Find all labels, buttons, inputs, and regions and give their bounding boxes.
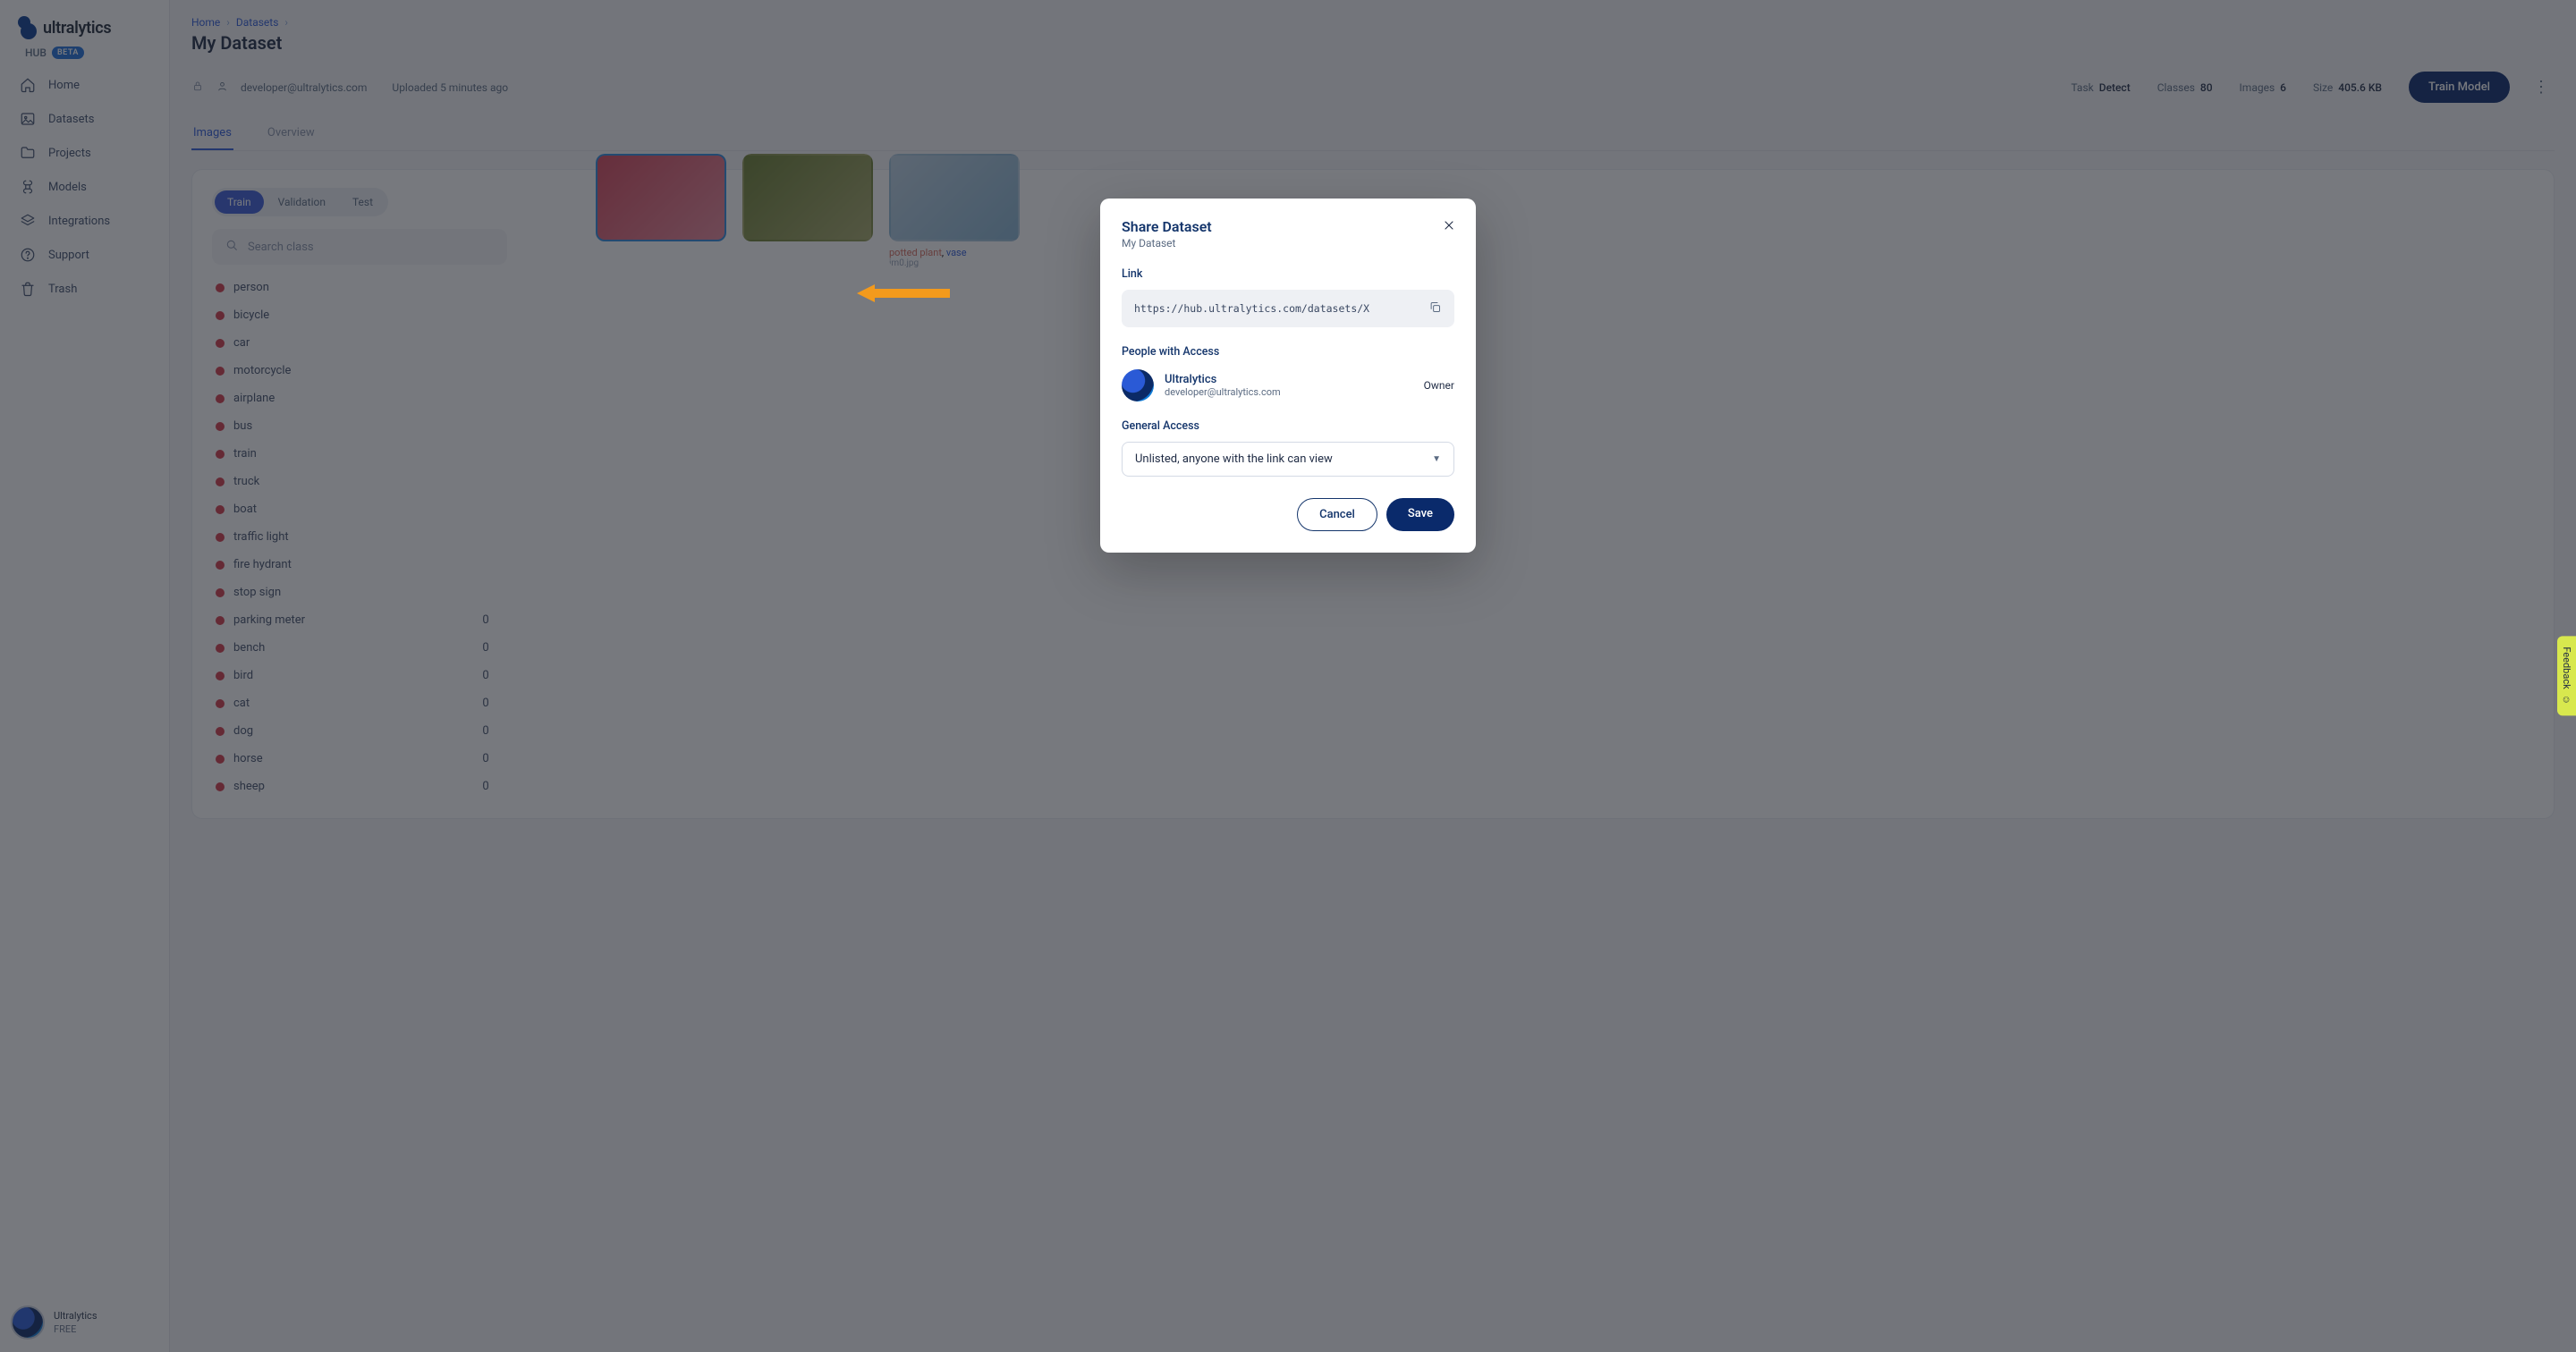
feedback-tab[interactable]: Feedback ☺ [2557, 636, 2576, 715]
access-role: Owner [1424, 379, 1454, 392]
people-access-label: People with Access [1122, 345, 1454, 359]
close-button[interactable] [1438, 215, 1460, 236]
link-label: Link [1122, 267, 1454, 281]
share-link-box: https://hub.ultralytics.com/datasets/X [1122, 290, 1454, 327]
copy-link-button[interactable] [1428, 300, 1442, 317]
share-dataset-modal: Share Dataset My Dataset Link https://hu… [1100, 199, 1476, 553]
feedback-label: Feedback [2561, 646, 2572, 689]
modal-subtitle: My Dataset [1122, 237, 1454, 249]
modal-overlay[interactable]: Share Dataset My Dataset Link https://hu… [0, 0, 2576, 1352]
general-access-label: General Access [1122, 419, 1454, 433]
modal-actions: Cancel Save [1122, 498, 1454, 531]
copy-icon [1428, 300, 1442, 314]
share-link-value: https://hub.ultralytics.com/datasets/X [1134, 302, 1369, 315]
smiley-icon: ☺ [2561, 695, 2572, 706]
modal-title: Share Dataset [1122, 218, 1454, 235]
cancel-button[interactable]: Cancel [1297, 498, 1377, 531]
access-avatar-icon [1122, 369, 1154, 401]
access-email: developer@ultralytics.com [1165, 386, 1281, 398]
caret-down-icon: ▼ [1432, 454, 1441, 464]
general-access-select[interactable]: Unlisted, anyone with the link can view … [1122, 442, 1454, 477]
access-row: Ultralytics developer@ultralytics.com Ow… [1122, 369, 1454, 401]
annotation-arrow-icon [857, 284, 950, 302]
general-access-value: Unlisted, anyone with the link can view [1135, 452, 1333, 466]
access-name: Ultralytics [1165, 373, 1281, 386]
close-icon [1442, 218, 1456, 232]
save-button[interactable]: Save [1386, 498, 1454, 531]
